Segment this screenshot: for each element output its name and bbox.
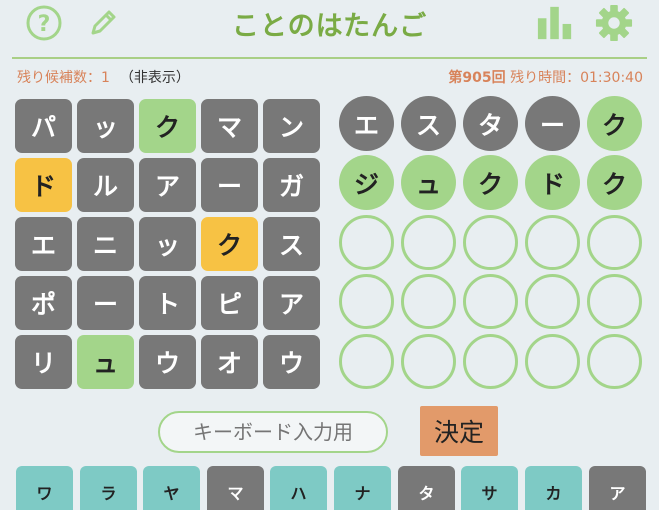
guess-slot: ド: [525, 155, 580, 210]
header: ? ことのはたんご: [0, 0, 659, 48]
guess-slot: ク: [587, 96, 642, 151]
grid-tile[interactable]: マ: [201, 99, 258, 153]
grid-tile[interactable]: ュ: [77, 335, 134, 389]
candidates-count: 残り候補数：1: [17, 70, 110, 86]
grid-tile[interactable]: ト: [139, 276, 196, 330]
grid-tile[interactable]: パ: [15, 99, 72, 153]
guess-slot-empty: [401, 274, 456, 329]
grid-tile[interactable]: ド: [15, 158, 72, 212]
grid-tile[interactable]: ポ: [15, 276, 72, 330]
guess-slot: エ: [339, 96, 394, 151]
guess-slot: ク: [463, 155, 518, 210]
grid-tile[interactable]: ウ: [139, 335, 196, 389]
keyboard-key[interactable]: ハ: [270, 466, 327, 510]
keyboard-key[interactable]: カ: [525, 466, 582, 510]
bar-chart-icon: [537, 6, 572, 40]
keyboard-key[interactable]: ワ: [16, 466, 73, 510]
settings-button[interactable]: [595, 4, 633, 42]
grid-tile[interactable]: ル: [77, 158, 134, 212]
guess-slot-empty: [587, 334, 642, 389]
guess-slot-empty: [463, 334, 518, 389]
grid-tile[interactable]: ピ: [201, 276, 258, 330]
round-status: 第905回 残り時間：01:30:40: [448, 67, 643, 87]
guess-slot-empty: [463, 215, 518, 270]
guess-slot: ジ: [339, 155, 394, 210]
grid-tile[interactable]: オ: [201, 335, 258, 389]
keyboard-key[interactable]: サ: [461, 466, 518, 510]
guess-slot-empty: [587, 274, 642, 329]
candidates-hidden-toggle[interactable]: （非表示）: [120, 70, 190, 86]
grid-tile[interactable]: ガ: [263, 158, 320, 212]
guess-slot-empty: [339, 274, 394, 329]
time-remaining: 残り時間：01:30:40: [510, 70, 643, 86]
guess-slot-empty: [339, 215, 394, 270]
gear-icon: [595, 4, 633, 42]
grid-tile[interactable]: ー: [201, 158, 258, 212]
candidates-status: 残り候補数：1 （非表示）: [17, 67, 190, 87]
guess-slot-empty: [463, 274, 518, 329]
submit-button[interactable]: 決定: [420, 406, 498, 456]
guess-slot-empty: [525, 334, 580, 389]
keyboard-key[interactable]: ナ: [334, 466, 391, 510]
guess-slot-empty: [339, 334, 394, 389]
grid-tile[interactable]: ア: [263, 276, 320, 330]
guess-slot-empty: [525, 215, 580, 270]
grid-tile[interactable]: リ: [15, 335, 72, 389]
keyboard-key[interactable]: ラ: [80, 466, 137, 510]
guess-slot-empty: [401, 215, 456, 270]
keyboard-key[interactable]: タ: [398, 466, 455, 510]
grid-tile[interactable]: ウ: [263, 335, 320, 389]
guess-slot-empty: [525, 274, 580, 329]
grid-tile[interactable]: ク: [201, 217, 258, 271]
header-divider: [12, 57, 647, 59]
grid-tile[interactable]: ア: [139, 158, 196, 212]
guess-slot-empty: [401, 334, 456, 389]
guess-slot: タ: [463, 96, 518, 151]
grid-tile[interactable]: ニ: [77, 217, 134, 271]
grid-tile[interactable]: ッ: [77, 99, 134, 153]
grid-tile[interactable]: エ: [15, 217, 72, 271]
grid-tile[interactable]: ン: [263, 99, 320, 153]
round-number: 第905回: [448, 70, 506, 86]
keyboard-key[interactable]: マ: [207, 466, 264, 510]
grid-tile[interactable]: ー: [77, 276, 134, 330]
keyboard-input[interactable]: [158, 411, 388, 453]
guess-slot-empty: [587, 215, 642, 270]
guess-slot: ー: [525, 96, 580, 151]
keyboard-key[interactable]: ア: [589, 466, 646, 510]
keyboard-key[interactable]: ヤ: [143, 466, 200, 510]
guess-slot: ス: [401, 96, 456, 151]
grid-tile[interactable]: ク: [139, 99, 196, 153]
grid-tile[interactable]: ス: [263, 217, 320, 271]
stats-button[interactable]: [536, 4, 574, 42]
grid-tile[interactable]: ッ: [139, 217, 196, 271]
guess-slot: ュ: [401, 155, 456, 210]
guess-slot: ク: [587, 155, 642, 210]
